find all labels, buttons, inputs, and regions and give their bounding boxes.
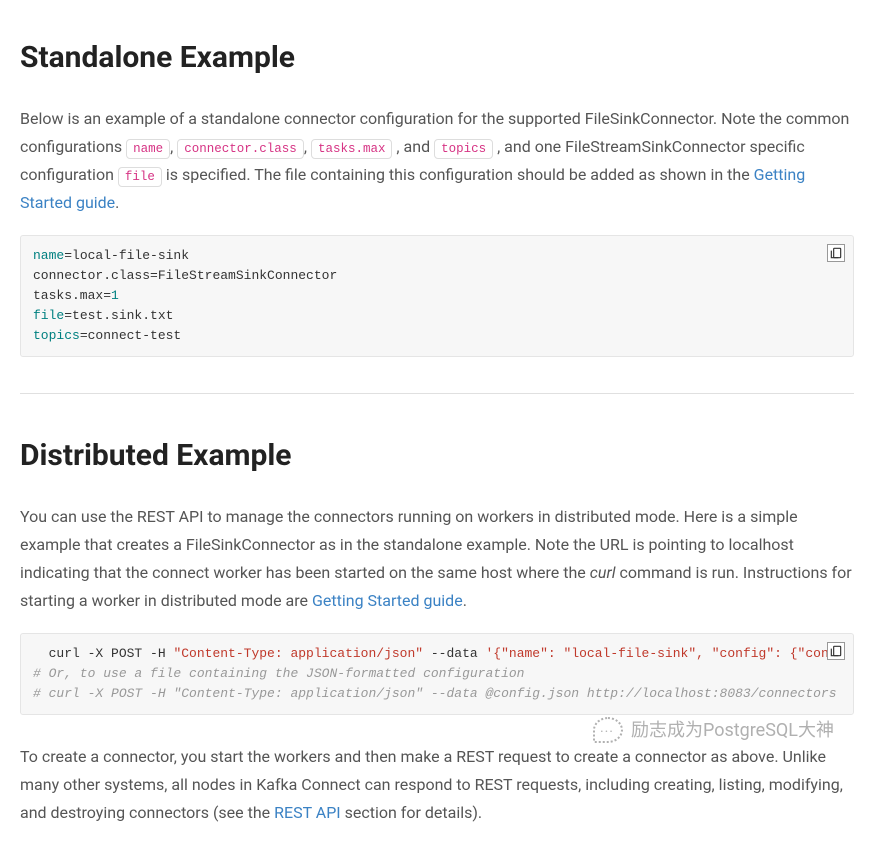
distributed-intro: You can use the REST API to manage the c… <box>20 503 854 615</box>
text: , and <box>396 137 434 156</box>
config-name: name <box>126 139 170 159</box>
standalone-heading: Standalone Example <box>20 32 854 85</box>
config-topics: topics <box>434 139 493 159</box>
standalone-code-block: name=local-file-sink connector.class=Fil… <box>20 235 854 358</box>
distributed-outro: To create a connector, you start the wor… <box>20 743 854 827</box>
text: is specified. The file containing this c… <box>166 165 754 184</box>
code-content: name=local-file-sink connector.class=Fil… <box>33 246 841 347</box>
standalone-intro: Below is an example of a standalone conn… <box>20 105 854 217</box>
copy-button[interactable] <box>827 642 845 660</box>
chat-bubble-icon <box>593 717 623 743</box>
text: . <box>463 591 467 610</box>
clipboard-icon <box>829 246 843 260</box>
rest-api-link[interactable]: REST API <box>274 803 341 822</box>
text: . <box>115 193 119 212</box>
watermark-text: 励志成为PostgreSQL大神 <box>631 715 834 747</box>
config-file: file <box>118 167 162 187</box>
distributed-heading: Distributed Example <box>20 430 854 483</box>
code-content[interactable]: curl -X POST -H "Content-Type: applicati… <box>33 644 841 704</box>
copy-button[interactable] <box>827 244 845 262</box>
config-tasks-max: tasks.max <box>311 139 393 159</box>
distributed-code-block: curl -X POST -H "Content-Type: applicati… <box>20 633 854 715</box>
text: , <box>304 137 311 156</box>
getting-started-link-2[interactable]: Getting Started guide <box>312 591 463 610</box>
text: section for details). <box>345 803 483 822</box>
watermark: 励志成为PostgreSQL大神 <box>593 715 834 747</box>
curl-em: curl <box>590 563 616 582</box>
config-connector-class: connector.class <box>177 139 304 159</box>
section-divider <box>20 393 854 394</box>
clipboard-icon <box>829 644 843 658</box>
